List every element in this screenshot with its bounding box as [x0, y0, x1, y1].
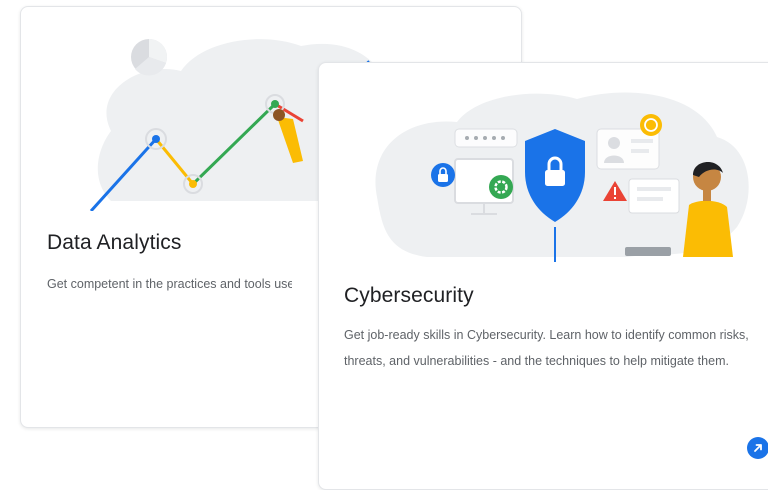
password-field	[454, 128, 518, 148]
gear-icon	[489, 175, 513, 199]
cybersecurity-illustration	[375, 92, 749, 262]
card-title: Data Analytics	[47, 231, 182, 254]
arrow-up-right-icon	[754, 444, 762, 452]
card-description: Get job-ready skills in Cybersecurity. L…	[344, 328, 749, 368]
user-lock-icon	[431, 163, 455, 187]
alert-panel	[628, 178, 680, 214]
pie-chart-icon	[131, 38, 168, 76]
card-title: Cybersecurity	[344, 284, 474, 307]
check-badge-icon	[640, 114, 662, 136]
cybersecurity-card[interactable]: Cybersecurity Get job-ready skills in Cy…	[318, 62, 768, 490]
card-description: Get competent in the practices and tools…	[47, 277, 292, 291]
open-course-button[interactable]	[747, 437, 768, 459]
